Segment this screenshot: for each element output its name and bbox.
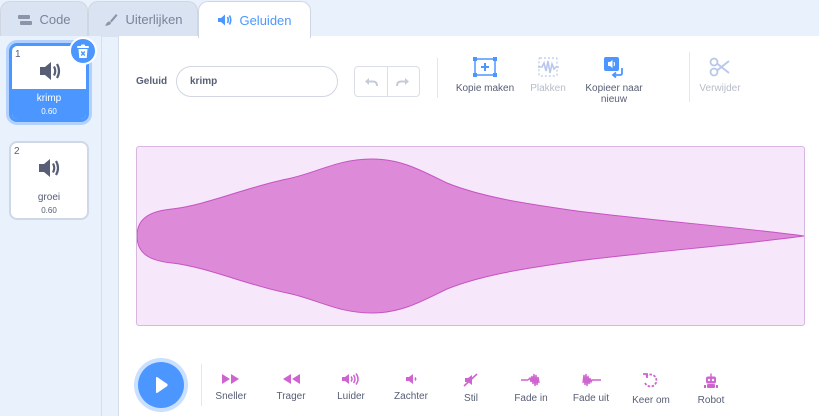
delete-selection-button[interactable]: Verwijder — [696, 56, 744, 94]
effect-label: Trager — [276, 391, 306, 402]
tab-code-label: Code — [39, 12, 71, 27]
copy-selection-icon — [473, 57, 497, 77]
mute-icon — [463, 373, 478, 387]
speaker-icon — [39, 159, 60, 177]
tab-code[interactable]: Code — [0, 1, 88, 37]
redo-icon — [396, 77, 410, 86]
undo-icon — [364, 77, 378, 86]
effect-label: Stil — [464, 393, 478, 404]
sound-item-caption: krimp 0.60 — [12, 89, 86, 119]
effect-label: Keer om — [632, 395, 670, 406]
tab-sounds[interactable]: Geluiden — [198, 1, 311, 38]
copy-button[interactable]: Kopie maken — [452, 56, 518, 94]
sound-name: krimp — [36, 92, 62, 104]
fade-in-icon — [521, 373, 540, 387]
robot-icon — [704, 373, 718, 388]
delete-sound-button[interactable] — [69, 37, 97, 65]
sound-duration: 0.60 — [41, 205, 57, 215]
copy-to-new-button[interactable]: Kopieer naar nieuw — [575, 56, 653, 105]
effect-slower-button[interactable]: Trager — [261, 373, 321, 402]
sound-item-caption: groei 0.60 — [11, 188, 87, 218]
scissors-icon — [709, 57, 730, 77]
tab-sounds-label: Geluiden — [239, 12, 292, 28]
sound-name-label: Geluid — [136, 76, 168, 87]
sound-duration: 0.60 — [41, 106, 57, 116]
effect-robot-button[interactable]: Robot — [681, 373, 741, 406]
play-button[interactable] — [138, 362, 184, 408]
toolbar-divider — [689, 52, 690, 102]
sound-name: groei — [37, 191, 61, 203]
effect-softer-button[interactable]: Zachter — [381, 373, 441, 402]
slower-icon — [283, 374, 300, 384]
redo-button[interactable] — [388, 67, 420, 96]
effect-label: Sneller — [215, 391, 247, 402]
effect-fade-out-button[interactable]: Fade uit — [561, 373, 621, 404]
waveform — [137, 158, 804, 314]
effect-fade-in-button[interactable]: Fade in — [501, 373, 561, 404]
play-icon — [156, 377, 168, 393]
trash-icon — [77, 44, 89, 58]
delete-selection-label: Verwijder — [699, 83, 741, 94]
paste-label: Plakken — [530, 83, 566, 94]
fade-out-icon — [582, 373, 601, 387]
effect-label: Zachter — [394, 391, 428, 402]
copy-to-new-label: Kopieer naar nieuw — [585, 83, 643, 105]
copy-label: Kopie maken — [455, 83, 515, 94]
effect-reverse-button[interactable]: Keer om — [621, 373, 681, 406]
effect-mute-button[interactable]: Stil — [441, 373, 501, 404]
effect-faster-button[interactable]: Sneller — [201, 373, 261, 402]
sound-list: 1 krimp 0.60 2 groei 0.60 — [0, 36, 102, 416]
paste-button[interactable]: Plakken — [524, 56, 572, 94]
tab-costumes[interactable]: Uiterlijken — [88, 1, 198, 37]
paste-wave-icon — [538, 57, 559, 77]
effect-label: Robot — [697, 395, 725, 406]
softer-icon — [406, 374, 417, 384]
speaker-icon — [218, 14, 233, 26]
waveform-area[interactable] — [136, 146, 805, 326]
sound-index: 1 — [15, 49, 21, 60]
reverse-icon — [643, 373, 658, 388]
editor-tabs: Code Uiterlijken Geluiden — [0, 0, 819, 38]
undo-button[interactable] — [355, 67, 388, 96]
louder-icon — [342, 373, 359, 385]
effect-label: Fade in — [514, 393, 548, 404]
sound-editor: Geluid Kopie maken Plakken Kopieer naar … — [118, 36, 819, 416]
code-blocks-icon — [18, 14, 33, 25]
copy-to-new-icon — [604, 57, 623, 78]
sound-index: 2 — [14, 146, 20, 157]
effect-label: Fade uit — [572, 393, 610, 404]
effect-louder-button[interactable]: Luider — [321, 373, 381, 402]
sound-item-groei[interactable]: 2 groei 0.60 — [9, 141, 89, 220]
faster-icon — [222, 374, 239, 384]
sound-name-input[interactable] — [176, 66, 338, 97]
tab-costumes-label: Uiterlijken — [125, 12, 183, 27]
toolbar-divider — [437, 58, 438, 98]
speaker-icon — [40, 62, 61, 80]
effect-label: Luider — [337, 391, 365, 402]
paintbrush-icon — [105, 13, 118, 26]
undo-redo-group — [354, 66, 420, 97]
